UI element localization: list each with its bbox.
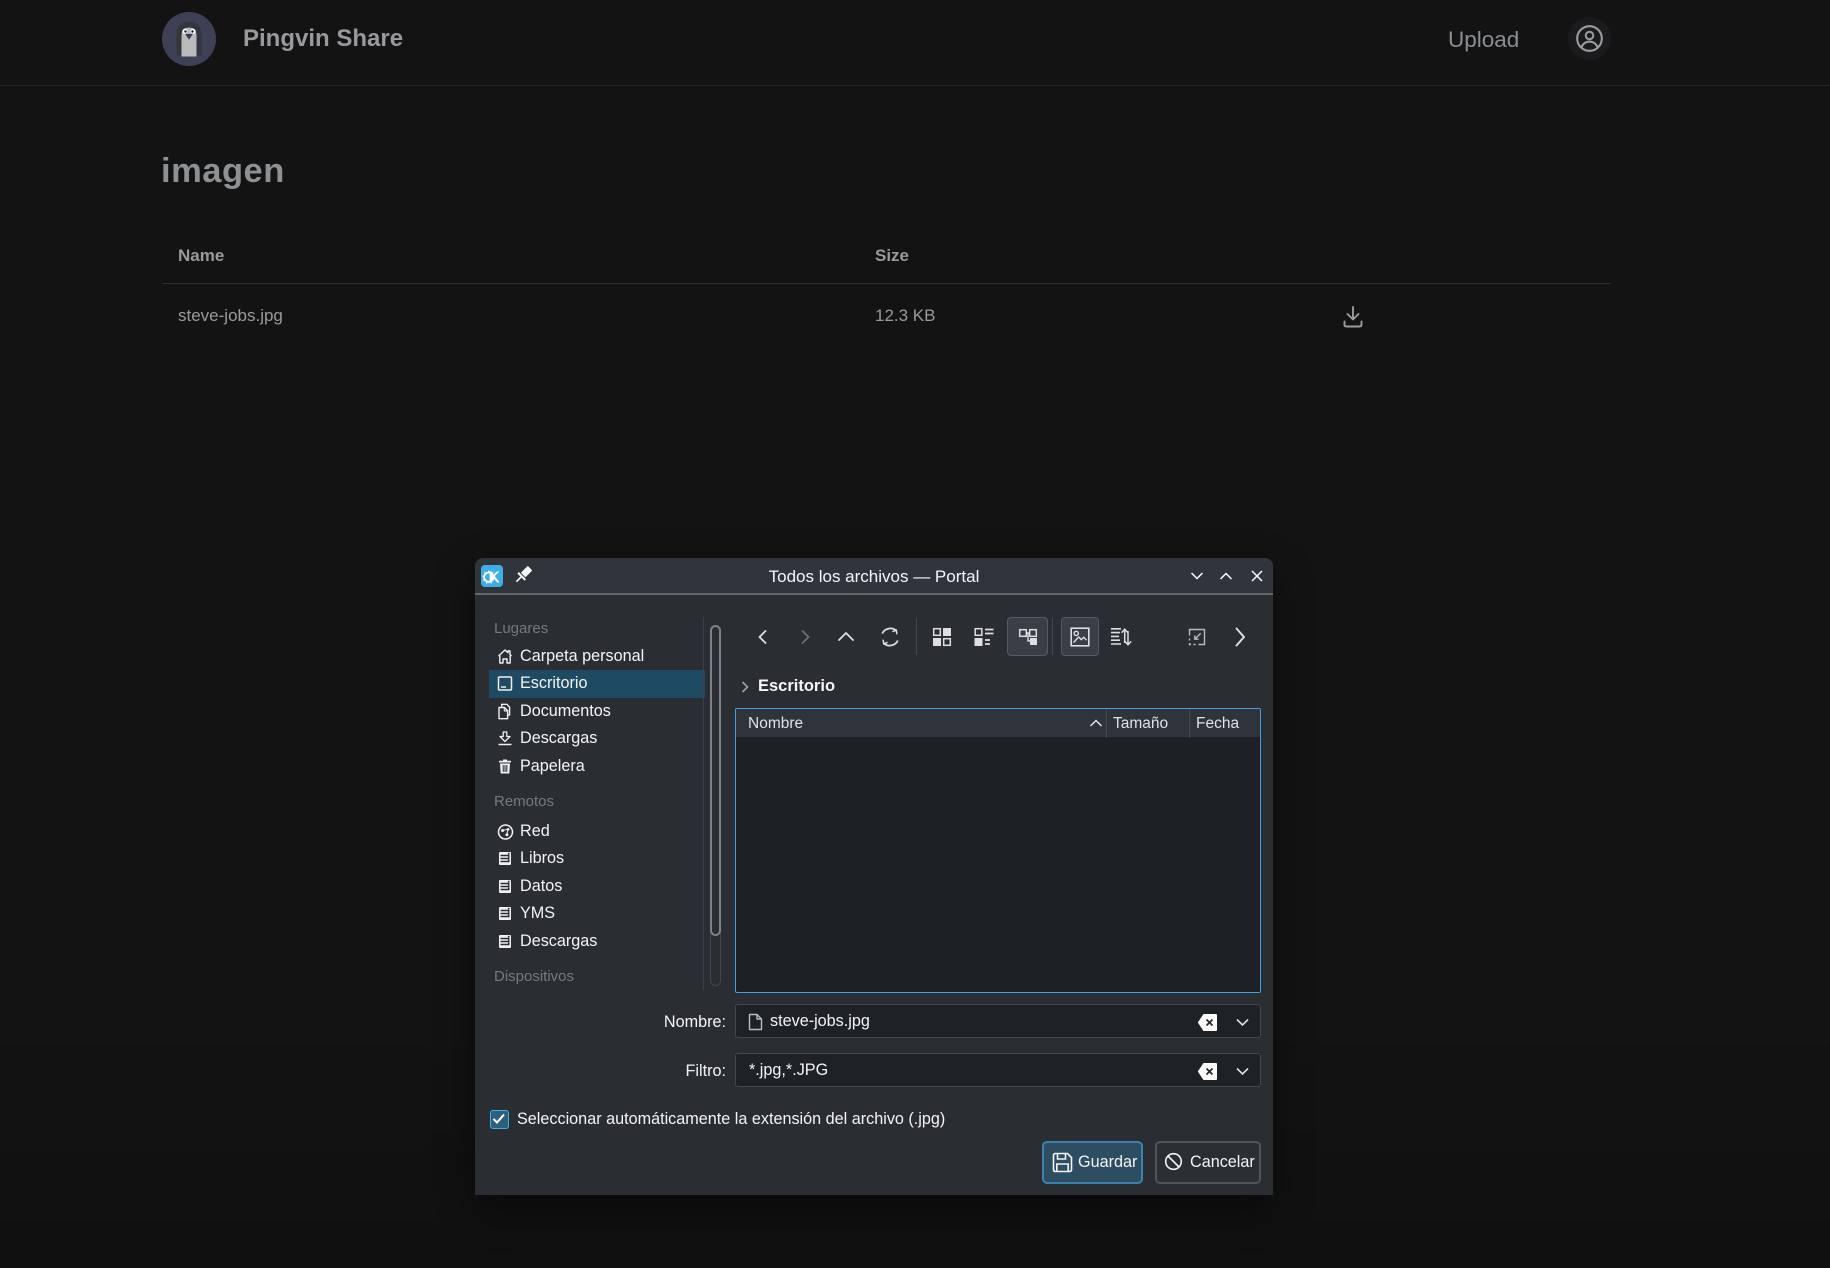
- svg-text:K: K: [489, 569, 501, 586]
